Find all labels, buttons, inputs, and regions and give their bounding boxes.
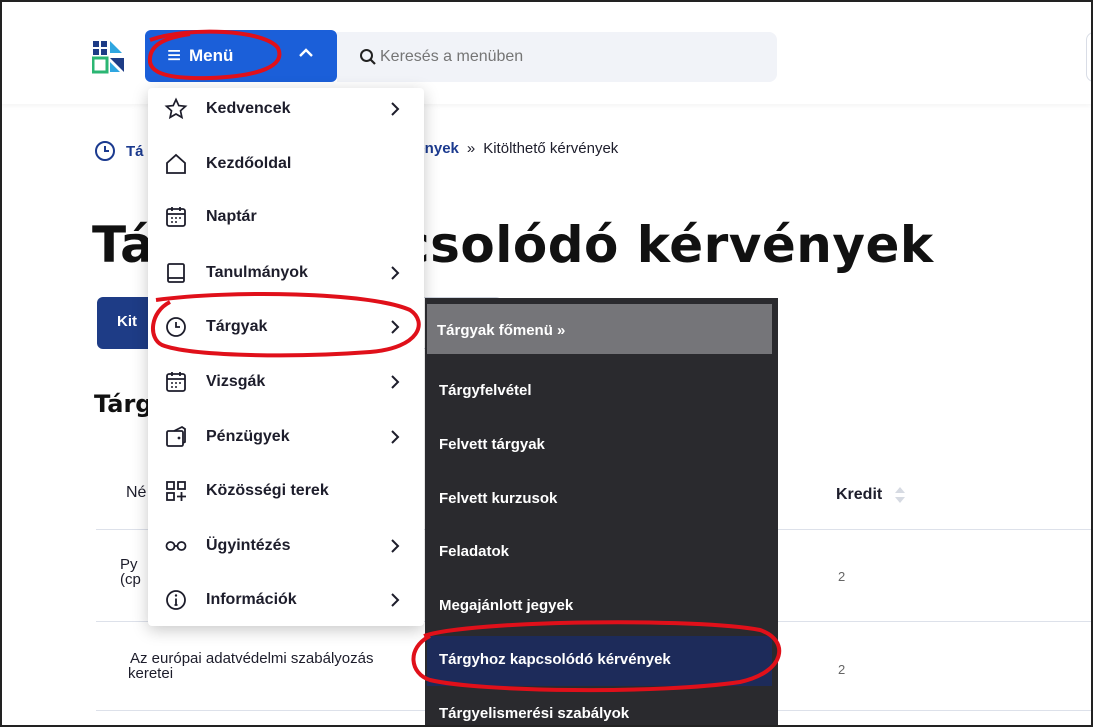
submenu-item-megajanlott-jegyek[interactable]: Megajánlott jegyek	[439, 597, 573, 614]
column-header-kredit[interactable]: Kredit	[836, 484, 908, 506]
section-title: Tárg	[94, 390, 153, 418]
chevron-right-icon	[391, 430, 400, 444]
submenu-item-targyelismeresi-szabalyok[interactable]: Tárgyelismerési szabályok	[439, 705, 629, 722]
tab-label: Kit	[117, 313, 137, 330]
column-header-kredit-label: Kredit	[836, 486, 883, 503]
menu-item-kezdooldal[interactable]: Kezdőoldal	[148, 143, 424, 185]
chevron-right-icon	[391, 375, 400, 389]
menu-item-kozossegi-terek[interactable]: Közösségi terek	[148, 470, 424, 512]
row-1-kredit: 2	[838, 569, 846, 584]
breadcrumb-start[interactable]: Tá	[126, 143, 144, 160]
submenu-header[interactable]: Tárgyak főmenü »	[427, 304, 772, 354]
breadcrumb-current: Kitölthető kérvények	[483, 140, 619, 157]
chevron-right-icon	[391, 102, 400, 116]
menu-search[interactable]	[337, 32, 777, 82]
glasses-icon	[165, 541, 187, 551]
page-title-right: csolódó kérvények	[400, 216, 934, 274]
chevron-right-icon	[391, 593, 400, 607]
row-2-name-line2: keretei	[128, 665, 174, 682]
breadcrumb: Tá	[94, 140, 144, 162]
menu-item-ugyintezes[interactable]: Ügyintézés	[148, 525, 424, 567]
menu-item-targyak[interactable]: Tárgyak	[148, 306, 424, 348]
menu-item-label: Kezdőoldal	[206, 155, 292, 172]
menu-item-label: Kedvencek	[206, 100, 291, 117]
sort-icon[interactable]	[892, 484, 908, 506]
submenu-item-felvett-kurzusok[interactable]: Felvett kurzusok	[439, 490, 557, 507]
calendar-icon	[166, 372, 186, 392]
search-input[interactable]	[380, 48, 760, 66]
breadcrumb-separator: »	[466, 140, 476, 157]
menu-item-label: Naptár	[206, 208, 257, 225]
menu-item-tanulmanyok[interactable]: Tanulmányok	[148, 252, 424, 294]
chevron-up-icon	[299, 48, 313, 57]
menu-item-naptar[interactable]: Naptár	[148, 196, 424, 238]
chevron-right-icon	[391, 320, 400, 334]
menu-button-label: Menü	[189, 46, 234, 65]
home-icon	[166, 153, 186, 174]
info-icon	[166, 590, 186, 610]
submenu-item-targyhoz-kapcsolodo-kervenyek[interactable]: Tárgyhoz kapcsolódó kérvények	[439, 651, 671, 668]
book-icon	[167, 263, 185, 283]
menu-item-informaciok[interactable]: Információk	[148, 579, 424, 621]
clock-icon	[95, 141, 115, 161]
chevron-right-icon	[391, 266, 400, 280]
menu-item-label: Tárgyak	[206, 318, 268, 335]
menu-item-label: Tanulmányok	[206, 264, 308, 281]
main-menu-dropdown: Kedvencek Kezdőoldal Naptár Tanulmányok …	[148, 88, 424, 626]
menu-item-label: Pénzügyek	[206, 428, 290, 445]
search-icon	[360, 49, 376, 65]
calendar-icon	[166, 207, 186, 227]
targyak-submenu: Tárgyak főmenü » Tárgyfelvétel Felvett t…	[425, 298, 778, 727]
hamburger-icon: ≡	[167, 42, 182, 69]
clock-icon	[166, 317, 186, 337]
row-1-name-line2: (cp	[120, 571, 141, 588]
star-icon	[164, 97, 188, 120]
page-title-left: Tá	[92, 216, 155, 274]
grid-plus-icon	[166, 481, 186, 501]
submenu-item-targyfelvetel[interactable]: Tárgyfelvétel	[439, 382, 532, 399]
menu-item-label: Információk	[206, 591, 297, 608]
column-header-name[interactable]: Né	[126, 484, 146, 502]
submenu-item-feladatok[interactable]: Feladatok	[439, 543, 509, 560]
header-right-control[interactable]	[1086, 32, 1093, 82]
menu-button[interactable]: ≡ Menü	[145, 30, 337, 82]
menu-item-label: Közösségi terek	[206, 482, 329, 499]
menu-item-kedvencek[interactable]: Kedvencek	[148, 88, 424, 130]
menu-item-label: Vizsgák	[206, 373, 266, 390]
row-2-kredit: 2	[838, 662, 846, 677]
wallet-icon	[166, 425, 186, 447]
neptun-logo[interactable]	[92, 40, 126, 74]
menu-item-penzugyek[interactable]: Pénzügyek	[148, 416, 424, 458]
menu-item-vizsgak[interactable]: Vizsgák	[148, 361, 424, 403]
breadcrumb-tail: vények » Kitölthető kérvények	[408, 140, 618, 157]
chevron-right-icon	[391, 539, 400, 553]
submenu-item-felvett-targyak[interactable]: Felvett tárgyak	[439, 436, 545, 453]
menu-item-label: Ügyintézés	[206, 537, 291, 554]
